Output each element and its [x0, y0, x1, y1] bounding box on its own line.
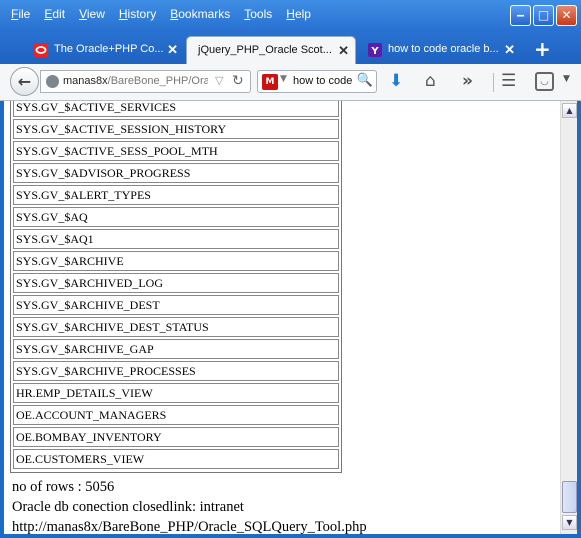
url-text: manas8x/BareBone_PHP/Oracl — [63, 75, 208, 87]
close-tab-icon[interactable]: ✕ — [167, 42, 178, 58]
scroll-down-icon[interactable]: ▼ — [562, 515, 577, 530]
table-row: SYS.GV_$ARCHIVE — [13, 251, 339, 271]
table-row: SYS.GV_$ARCHIVED_LOG — [13, 273, 339, 293]
menu-tools[interactable]: Tools — [237, 5, 279, 25]
hamburger-menu-icon[interactable]: ☰ — [501, 71, 516, 91]
new-tab-button[interactable]: + — [534, 37, 551, 61]
search-bar[interactable]: M ▼ how to code 🔍 — [257, 70, 377, 93]
chevron-down-icon[interactable]: ▽ — [215, 74, 223, 87]
yahoo-icon: Y — [368, 43, 382, 57]
search-input[interactable]: how to code — [293, 75, 352, 87]
table-row: SYS.GV_$ACTIVE_SERVICES — [13, 101, 339, 117]
home-icon[interactable]: ⌂ — [425, 71, 436, 91]
tab-jquery-php-oracle[interactable]: jQuery_PHP_Oracle Scot... ✕ — [186, 36, 356, 64]
menu-bookmarks[interactable]: Bookmarks — [163, 5, 237, 25]
menu-file[interactable]: File — [4, 5, 37, 25]
table-row: SYS.GV_$ARCHIVE_PROCESSES — [13, 361, 339, 381]
row-count-text: no of rows : 5056 — [12, 479, 115, 495]
table-row: OE.ACCOUNT_MANAGERS — [13, 405, 339, 425]
search-icon[interactable]: 🔍 — [357, 73, 373, 88]
scroll-up-icon[interactable]: ▲ — [562, 103, 577, 118]
close-tab-icon[interactable]: ✕ — [338, 43, 349, 59]
close-window-button[interactable]: ✕ — [556, 5, 577, 26]
url-bar[interactable]: manas8x/BareBone_PHP/Oracl ▽ ↻ — [40, 70, 251, 93]
globe-icon — [46, 75, 59, 88]
menu-help[interactable]: Help — [279, 5, 318, 25]
svg-text:Y: Y — [370, 46, 379, 57]
menu-history[interactable]: History — [112, 5, 163, 25]
table-row: OE.CUSTOMERS_VIEW — [13, 449, 339, 469]
window-border — [0, 534, 581, 538]
back-button[interactable]: ← — [10, 67, 39, 96]
page-content: SYS.GV_$ACTIVE_SERVICES SYS.GV_$ACTIVE_SE… — [4, 101, 560, 534]
tab-how-to-code[interactable]: Y how to code oracle b... ✕ — [358, 36, 521, 64]
close-tab-icon[interactable]: ✕ — [504, 42, 515, 58]
table-row: OE.BOMBAY_INVENTORY — [13, 427, 339, 447]
chevron-down-icon[interactable]: ▼ — [563, 74, 570, 84]
status-text: Oracle db conection closedlink: intranet… — [12, 499, 367, 534]
toolbar-separator — [493, 73, 494, 92]
page-footer: no of rows : 5056 Oracle db conection cl… — [12, 477, 552, 534]
vertical-scrollbar[interactable]: ▲ ▼ — [560, 101, 577, 534]
navigation-toolbar: ← manas8x/BareBone_PHP/Oracl ▽ ↻ M ▼ how… — [0, 64, 581, 101]
tab-title: The Oracle+PHP Co... — [54, 43, 164, 55]
download-icon[interactable]: ⬇ — [389, 71, 403, 91]
tab-strip: The Oracle+PHP Co... ✕ jQuery_PHP_Oracle… — [0, 34, 581, 64]
menu-view[interactable]: View — [72, 5, 112, 25]
menu-edit[interactable]: Edit — [37, 5, 72, 25]
window-titlebar: File Edit View History Bookmarks Tools Help ‒ … — [0, 0, 581, 64]
table-row: SYS.GV_$AQ — [13, 207, 339, 227]
table-row: SYS.GV_$ARCHIVE_GAP — [13, 339, 339, 359]
table-row: SYS.GV_$ADVISOR_PROGRESS — [13, 163, 339, 183]
minimize-button[interactable]: ‒ — [510, 5, 531, 26]
mcafee-icon[interactable]: M — [262, 74, 278, 90]
table-row: SYS.GV_$ACTIVE_SESS_POOL_MTH — [13, 141, 339, 161]
oracle-icon — [34, 43, 48, 57]
overflow-chevron-icon[interactable]: » — [462, 71, 473, 91]
table-row: SYS.GV_$ARCHIVE_DEST_STATUS — [13, 317, 339, 337]
tab-oracle-php[interactable]: The Oracle+PHP Co... ✕ — [24, 36, 184, 64]
tab-title: how to code oracle b... — [388, 43, 499, 55]
pocket-icon[interactable]: ◡ — [535, 72, 554, 91]
chevron-down-icon[interactable]: ▼ — [280, 74, 287, 84]
table-row: HR.EMP_DETAILS_VIEW — [13, 383, 339, 403]
reload-icon[interactable]: ↻ — [232, 73, 244, 89]
table-row: SYS.GV_$ARCHIVE_DEST — [13, 295, 339, 315]
maximize-button[interactable]: □ — [533, 5, 554, 26]
results-table: SYS.GV_$ACTIVE_SERVICES SYS.GV_$ACTIVE_SE… — [10, 101, 342, 473]
table-row: SYS.GV_$AQ1 — [13, 229, 339, 249]
window-controls: ‒ □ ✕ — [510, 5, 577, 26]
menu-bar: File Edit View History Bookmarks Tools Help — [4, 5, 318, 25]
table-row: SYS.GV_$ACTIVE_SESSION_HISTORY — [13, 119, 339, 139]
table-row: SYS.GV_$ALERT_TYPES — [13, 185, 339, 205]
scrollbar-thumb[interactable] — [562, 481, 577, 513]
tab-title: jQuery_PHP_Oracle Scot... — [198, 44, 332, 56]
